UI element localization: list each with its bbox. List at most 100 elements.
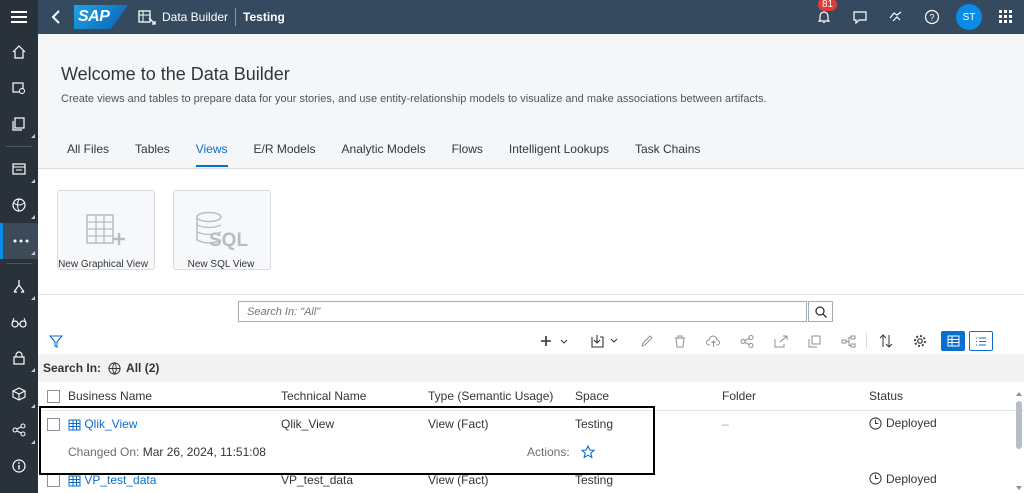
tab-intelligent-lookups[interactable]: Intelligent Lookups <box>496 134 622 167</box>
scroll-thumb[interactable] <box>1016 401 1022 449</box>
menu-icon[interactable] <box>0 0 38 34</box>
nav-data-integration[interactable] <box>0 268 38 304</box>
tab-views[interactable]: Views <box>183 134 241 167</box>
column-type[interactable]: Type (Semantic Usage) <box>428 382 575 411</box>
pencil-icon <box>640 334 653 347</box>
copy-button[interactable] <box>802 331 826 351</box>
table-view-toggle[interactable] <box>941 331 965 351</box>
select-all-checkbox[interactable] <box>47 389 60 403</box>
tab-task-chains[interactable]: Task Chains <box>622 134 713 167</box>
actions-label: Actions: <box>527 444 570 459</box>
tab-all-files[interactable]: All Files <box>54 134 122 167</box>
tab-tables[interactable]: Tables <box>122 134 183 167</box>
status-text: Deployed <box>886 416 937 430</box>
filter-button[interactable] <box>44 331 68 351</box>
edit-button[interactable] <box>634 331 658 351</box>
share-button[interactable] <box>735 331 759 351</box>
graphical-view-icon <box>86 214 125 245</box>
business-name-link[interactable]: VP_test_data <box>84 473 156 487</box>
store-icon <box>12 163 26 175</box>
search-input[interactable] <box>239 302 806 321</box>
nav-repository[interactable] <box>0 106 38 142</box>
product-switch-button[interactable] <box>988 0 1024 34</box>
nav-data-builder[interactable] <box>0 223 38 259</box>
app-title: Data Builder <box>162 10 229 24</box>
tab-flows[interactable]: Flows <box>439 134 496 167</box>
view-icon <box>68 419 81 431</box>
nav-data-marketplace[interactable] <box>0 151 38 187</box>
tab-analytic-models[interactable]: Analytic Models <box>329 134 439 167</box>
column-status[interactable]: Status <box>869 382 1024 411</box>
business-name-link[interactable]: Qlik_View <box>84 417 137 431</box>
sql-icon-text: SQL <box>209 230 248 250</box>
back-button[interactable] <box>38 0 74 34</box>
row-checkbox[interactable] <box>47 474 60 488</box>
export-icon <box>774 335 788 347</box>
flow-icon <box>13 280 25 293</box>
new-sql-view-tile[interactable]: SQL <box>173 190 271 270</box>
new-graphical-view-label: New Graphical View <box>58 259 148 270</box>
row-checkbox[interactable] <box>47 418 60 432</box>
support-button[interactable] <box>878 0 914 34</box>
status-badge: Deployed <box>869 472 937 486</box>
toolbar-separator <box>866 333 867 349</box>
lineage-icon <box>841 335 855 347</box>
scroll-down-icon[interactable] <box>1015 485 1023 491</box>
status-text: Deployed <box>886 471 937 486</box>
table-row[interactable]: VP_test_data VP_test_data View (Fact) Te… <box>38 466 1024 493</box>
scroll-up-icon[interactable] <box>1015 391 1023 397</box>
nav-info[interactable] <box>0 448 38 484</box>
cloud-upload-icon <box>705 335 720 347</box>
bell-icon <box>817 11 831 23</box>
avatar[interactable]: ST <box>956 4 982 30</box>
search-button[interactable] <box>808 301 833 322</box>
nav-connections[interactable] <box>0 412 38 448</box>
table-icon <box>947 335 959 347</box>
star-icon[interactable] <box>580 445 596 459</box>
technical-name: VP_test_data <box>281 473 354 487</box>
new-sql-view-label: New SQL View <box>187 259 255 270</box>
import-button[interactable] <box>588 331 622 351</box>
clock-icon <box>869 416 882 430</box>
search-row <box>38 295 1024 328</box>
globe-icon <box>12 198 26 212</box>
view-icon <box>68 475 81 487</box>
export-button[interactable] <box>769 331 793 351</box>
nav-transport[interactable] <box>0 376 38 412</box>
column-business-name[interactable]: Business Name <box>68 382 281 411</box>
new-graphical-view-tile[interactable] <box>57 190 155 270</box>
notifications-button[interactable]: 81 <box>806 0 842 34</box>
nav-data-access[interactable] <box>0 304 38 340</box>
repository-icon <box>12 117 25 131</box>
help-button[interactable]: ? <box>914 0 950 34</box>
nav-catalog[interactable] <box>0 70 38 106</box>
impact-lineage-button[interactable] <box>836 331 860 351</box>
column-space[interactable]: Space <box>575 382 722 411</box>
space: Testing <box>575 473 614 487</box>
table-row[interactable]: Qlik_View Qlik_View View (Fact) Testing … <box>38 410 1024 438</box>
sql-view-icon: SQL <box>196 211 248 250</box>
feedback-button[interactable] <box>842 0 878 34</box>
list-view-toggle[interactable] <box>969 331 993 351</box>
svg-text:?: ? <box>929 13 934 23</box>
gear-icon <box>914 335 926 347</box>
tab-er-models[interactable]: E/R Models <box>241 134 329 167</box>
data-builder-icon <box>138 10 156 25</box>
settings-button[interactable] <box>908 331 932 351</box>
table-scrollbar[interactable] <box>1015 391 1023 493</box>
clock-icon <box>869 472 882 485</box>
trash-icon <box>675 335 685 347</box>
notification-badge: 81 <box>818 0 838 11</box>
column-technical-name[interactable]: Technical Name <box>281 382 428 411</box>
nav-security[interactable] <box>0 340 38 376</box>
tab-bar: All Files Tables Views E/R Models Analyt… <box>54 134 713 167</box>
sort-button[interactable] <box>874 331 898 351</box>
add-button[interactable] <box>538 331 572 351</box>
delete-button[interactable] <box>668 331 692 351</box>
nav-home[interactable] <box>0 34 38 70</box>
deploy-button[interactable] <box>701 331 725 351</box>
info-icon <box>12 459 26 473</box>
nav-semantic-onboarding[interactable] <box>0 187 38 223</box>
column-folder[interactable]: Folder <box>722 382 869 411</box>
copy-icon <box>808 335 820 347</box>
